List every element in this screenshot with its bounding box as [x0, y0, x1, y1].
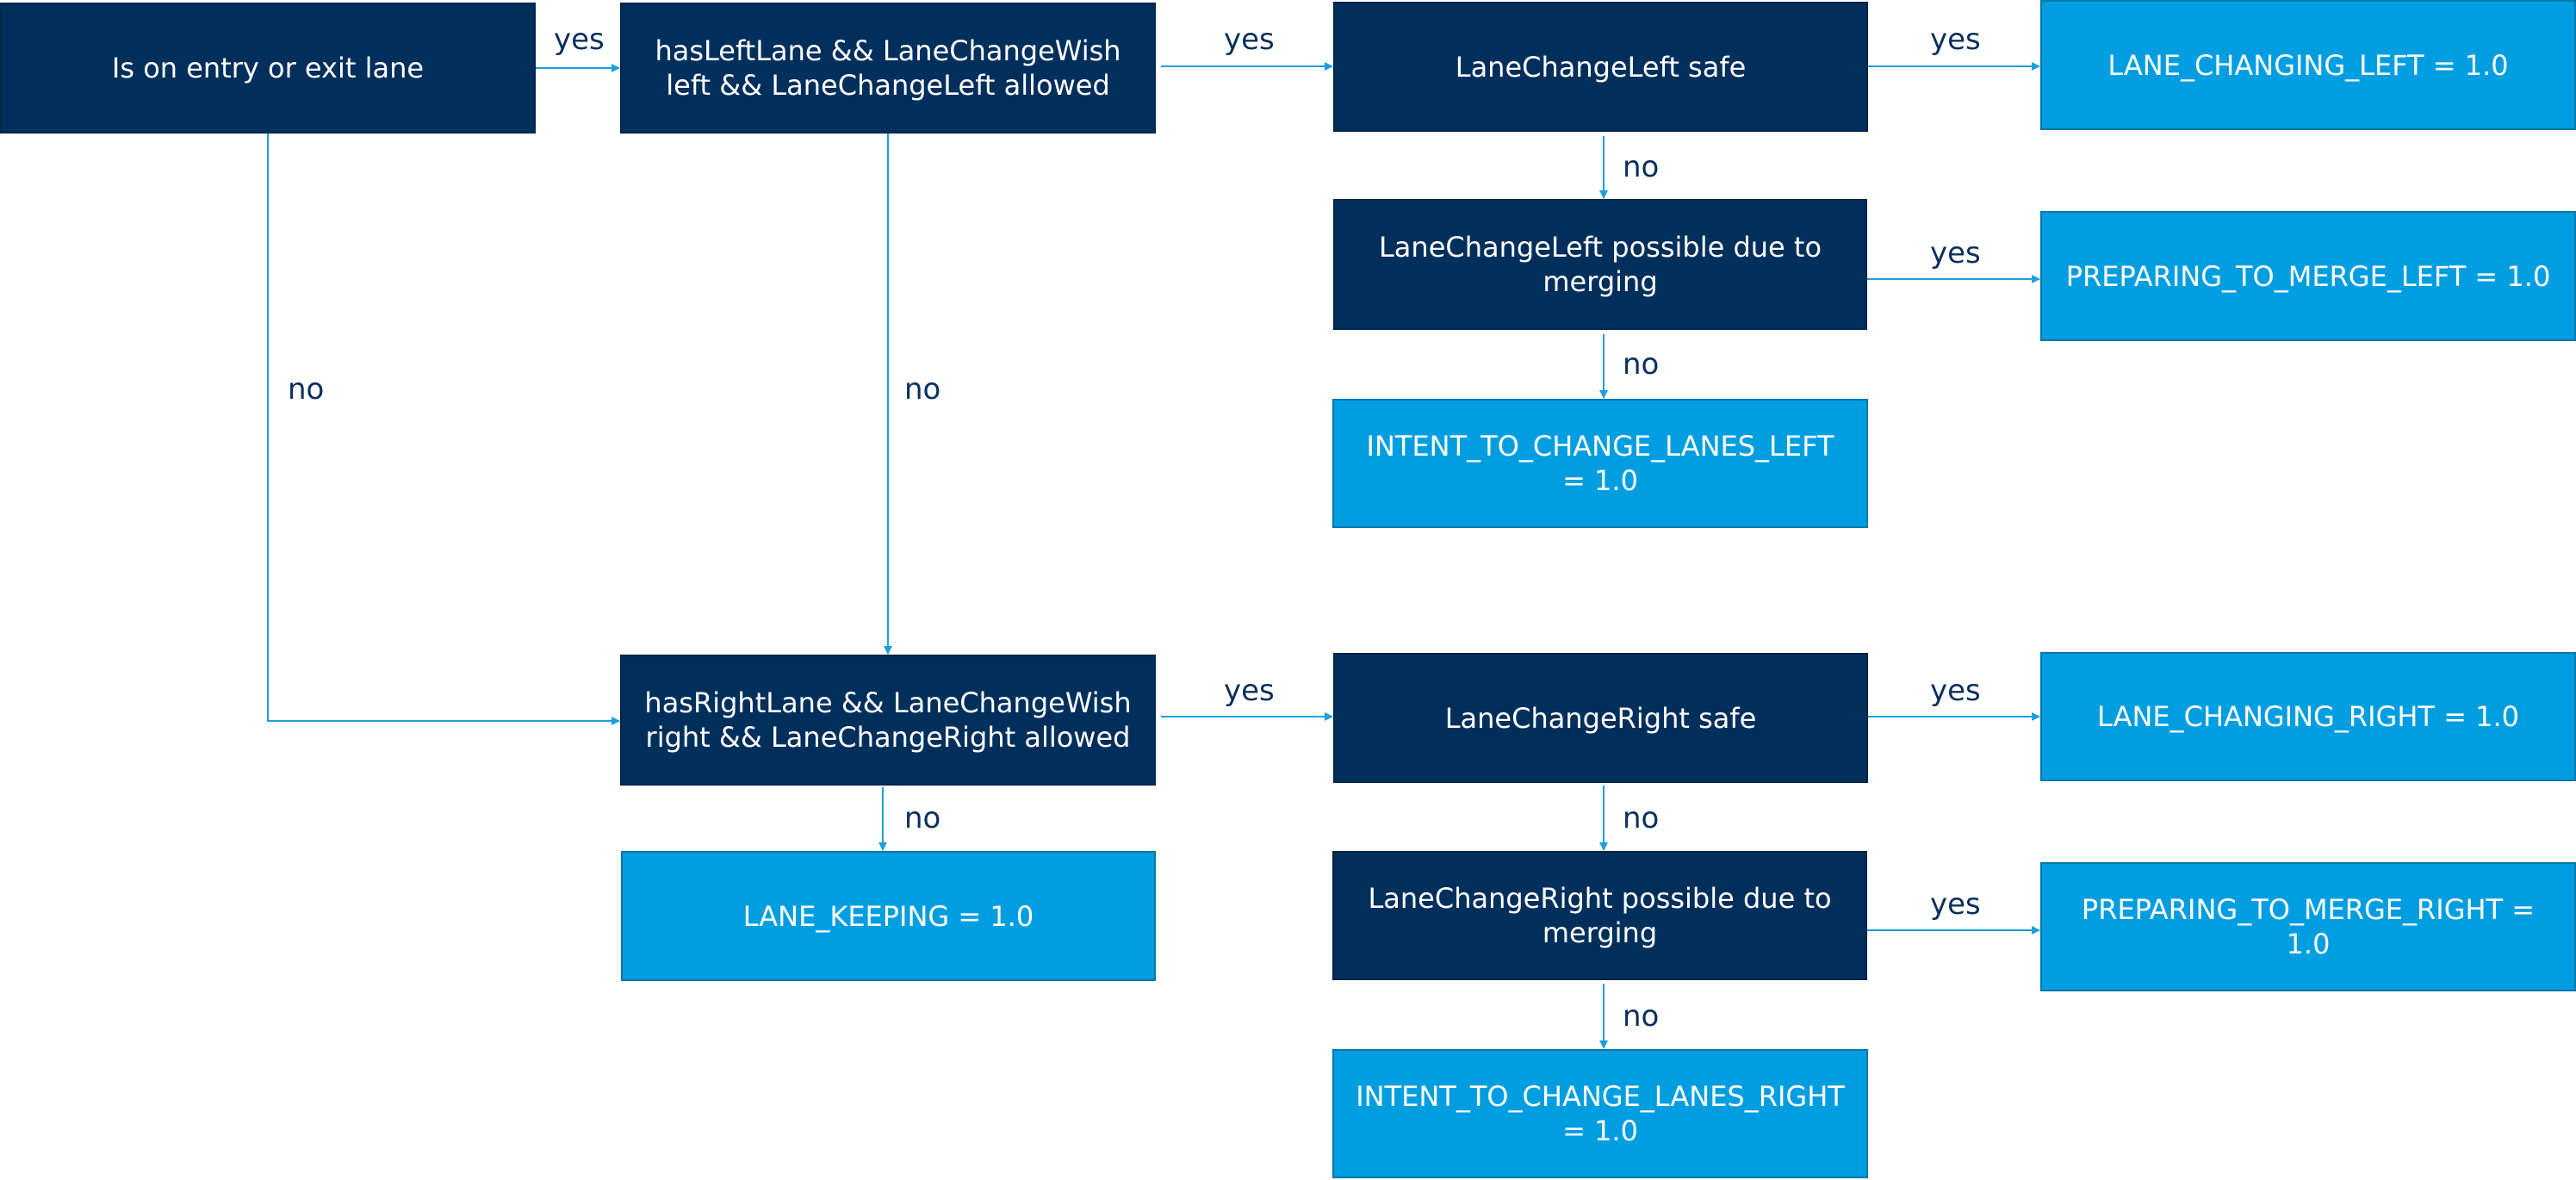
- node-lane-keeping: LANE_KEEPING = 1.0: [621, 851, 1156, 981]
- node-right-wish-text: hasRightLane && LaneChangeWish right && …: [644, 686, 1132, 754]
- edge-label-left-wish-no: no: [904, 372, 941, 407]
- edge-label-right-safe-yes: yes: [1930, 674, 1981, 708]
- node-intent-left-text: INTENT_TO_CHANGE_LANES_LEFT = 1.0: [1366, 430, 1834, 497]
- node-right-wish: hasRightLane && LaneChangeWish right && …: [620, 655, 1156, 786]
- node-left-wish-text: hasLeftLane && LaneChangeWish left && La…: [655, 34, 1121, 102]
- node-lane-changing-left: LANE_CHANGING_LEFT = 1.0: [2040, 0, 2576, 130]
- edge-label-left-merge-no: no: [1623, 347, 1660, 382]
- node-left-wish: hasLeftLane && LaneChangeWish left && La…: [620, 3, 1156, 134]
- node-lane-keeping-text: LANE_KEEPING = 1.0: [742, 899, 1034, 933]
- node-right-safe: LaneChangeRight safe: [1333, 653, 1868, 783]
- edge-label-right-merge-no: no: [1623, 999, 1660, 1034]
- node-preparing-merge-right: PREPARING_TO_MERGE_RIGHT = 1.0: [2040, 862, 2576, 991]
- edge-label-right-wish-no: no: [904, 801, 941, 835]
- edge-label-right-safe-no: no: [1623, 801, 1660, 835]
- edge-label-entry-exit-no: no: [288, 372, 325, 407]
- node-right-merge-possible: LaneChangeRight possible due to merging: [1332, 851, 1867, 980]
- node-preparing-merge-right-text: PREPARING_TO_MERGE_RIGHT = 1.0: [2081, 893, 2536, 960]
- node-lane-changing-right: LANE_CHANGING_RIGHT = 1.0: [2040, 652, 2576, 781]
- node-lane-changing-left-text: LANE_CHANGING_LEFT = 1.0: [2107, 48, 2509, 82]
- edge-label-right-merge-yes: yes: [1930, 887, 1981, 922]
- node-preparing-merge-left: PREPARING_TO_MERGE_LEFT = 1.0: [2040, 211, 2576, 341]
- edge-label-left-safe-yes: yes: [1930, 22, 1981, 57]
- edge-label-left-wish-yes: yes: [1224, 22, 1275, 57]
- node-intent-left: INTENT_TO_CHANGE_LANES_LEFT = 1.0: [1332, 399, 1868, 528]
- edge-label-left-safe-no: no: [1623, 150, 1660, 184]
- node-left-safe-text: LaneChangeLeft safe: [1455, 50, 1747, 84]
- node-entry-exit: Is on entry or exit lane: [0, 3, 536, 134]
- node-preparing-merge-left-text: PREPARING_TO_MERGE_LEFT = 1.0: [2065, 259, 2551, 293]
- node-right-safe-text: LaneChangeRight safe: [1444, 701, 1757, 735]
- edge-entry-exit-no: [267, 134, 620, 725]
- edge-label-entry-exit-yes: yes: [554, 22, 605, 57]
- edge-label-left-merge-yes: yes: [1930, 236, 1981, 270]
- edge-layer: [267, 62, 2040, 1049]
- node-left-safe: LaneChangeLeft safe: [1333, 2, 1868, 132]
- node-left-merge-possible-text: LaneChangeLeft possible due to merging: [1378, 231, 1822, 298]
- node-right-merge-possible-text: LaneChangeRight possible due to merging: [1368, 882, 1832, 949]
- node-lane-changing-right-text: LANE_CHANGING_RIGHT = 1.0: [2097, 700, 2519, 733]
- node-intent-right-text: INTENT_TO_CHANGE_LANES_RIGHT = 1.0: [1356, 1080, 1845, 1147]
- node-intent-right: INTENT_TO_CHANGE_LANES_RIGHT = 1.0: [1332, 1049, 1868, 1178]
- edge-label-right-wish-yes: yes: [1224, 674, 1275, 708]
- node-left-merge-possible: LaneChangeLeft possible due to merging: [1333, 199, 1867, 330]
- node-entry-exit-text: Is on entry or exit lane: [111, 52, 425, 84]
